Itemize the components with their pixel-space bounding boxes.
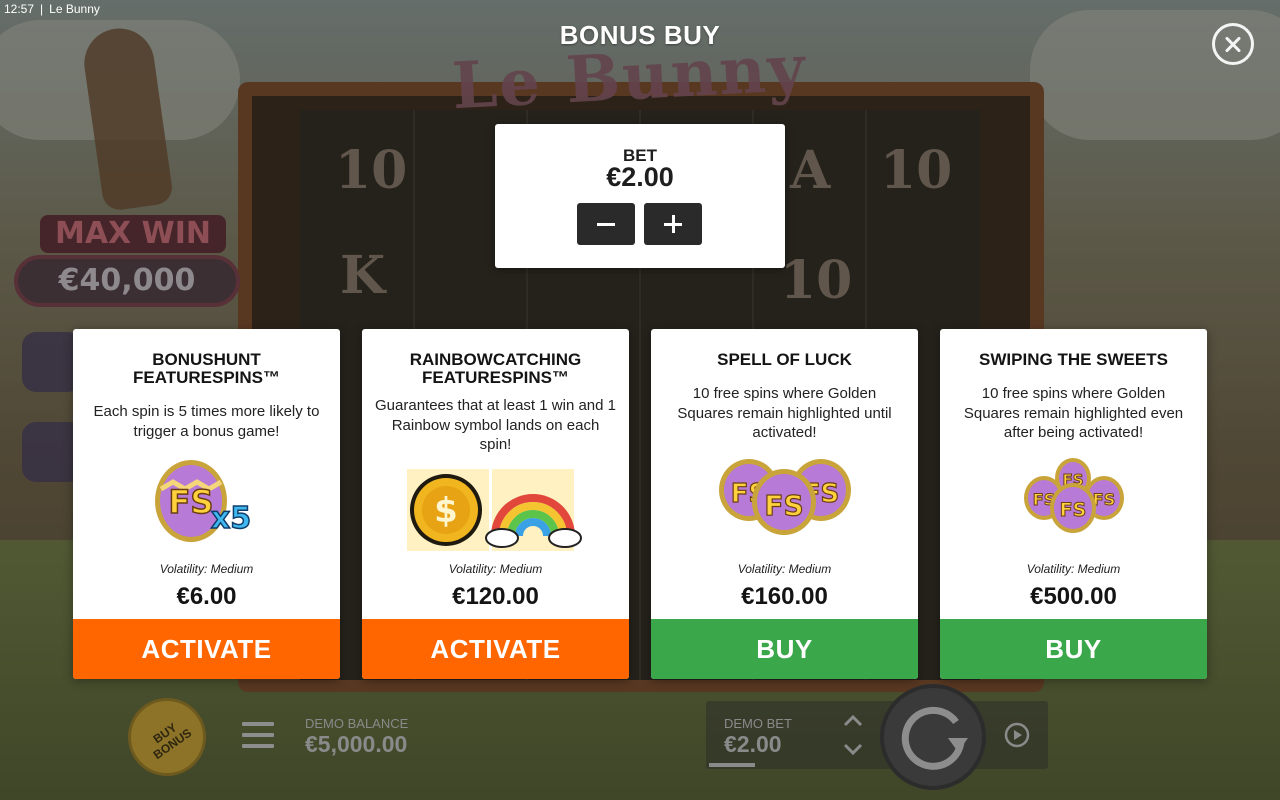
status-time: 12:57: [4, 2, 35, 16]
page-title: BONUS BUY: [559, 20, 721, 50]
bet-panel: BET €2.00: [495, 124, 785, 268]
feature-card-rainbowcatching: RAINBOWCATCHING FEATURESPINS™ Guarantees…: [362, 329, 629, 679]
minus-icon: [597, 222, 615, 226]
svg-text:x5: x5: [211, 501, 251, 536]
status-app-name: Le Bunny: [49, 2, 100, 16]
feature-card-bonushunt: BONUSHUNT FEATURESPINS™ Each spin is 5 t…: [73, 329, 340, 679]
card-description: Guarantees that at least 1 win and 1 Rai…: [375, 397, 616, 453]
spin-icon: [901, 706, 968, 770]
svg-text:FS: FS: [1060, 499, 1087, 521]
svg-text:FS: FS: [1093, 490, 1115, 509]
card-price: €160.00: [741, 583, 828, 610]
coin-and-rainbow-icon: $: [362, 468, 629, 568]
feature-card-spell-of-luck: SPELL OF LUCK 10 free spins where Golden…: [651, 329, 918, 679]
card-price: €6.00: [176, 583, 237, 610]
activate-button[interactable]: ACTIVATE: [362, 619, 629, 679]
status-bar: 12:57 | Le Bunny: [4, 2, 100, 16]
card-price: €500.00: [1030, 583, 1117, 610]
card-volatility: Volatility: Medium: [159, 562, 254, 576]
spin-button[interactable]: [880, 684, 986, 790]
buy-bonus-button[interactable]: BUY BONUS: [128, 698, 206, 776]
card-volatility: Volatility: Medium: [737, 562, 832, 576]
svg-text:FS: FS: [764, 489, 803, 522]
autoplay-icon[interactable]: [1000, 718, 1034, 752]
chevron-down-icon[interactable]: [842, 738, 864, 760]
status-separator: |: [40, 2, 44, 16]
card-description: 10 free spins where Golden Squares remai…: [677, 385, 892, 441]
svg-text:$: $: [434, 491, 458, 531]
card-description: Each spin is 5 times more likely to trig…: [93, 403, 320, 440]
balance-label: DEMO BALANCE: [305, 716, 409, 731]
card-title: BONUSHUNT FEATURESPINS™: [132, 350, 281, 387]
card-title: SWIPING THE SWEETS: [979, 350, 1168, 369]
activate-button[interactable]: ACTIVATE: [73, 619, 340, 679]
bet-level-indicator: [709, 763, 755, 767]
chevron-up-icon[interactable]: [842, 710, 864, 732]
buy-button[interactable]: BUY: [651, 619, 918, 679]
close-button[interactable]: [1212, 23, 1254, 65]
buy-button[interactable]: BUY: [940, 619, 1207, 679]
feature-card-swiping-the-sweets: SWIPING THE SWEETS 10 free spins where G…: [940, 329, 1207, 679]
demo-bet-value: €2.00: [724, 731, 782, 757]
card-price: €120.00: [452, 583, 539, 610]
menu-icon[interactable]: [242, 722, 274, 748]
decrease-bet-button[interactable]: [577, 203, 635, 245]
card-title: SPELL OF LUCK: [717, 350, 852, 369]
fs-egg-x5-icon: FS x5: [73, 456, 340, 556]
bet-value: €2.00: [606, 162, 674, 192]
card-volatility: Volatility: Medium: [1026, 562, 1121, 576]
svg-text:FS: FS: [169, 483, 214, 521]
demo-bet-label: DEMO BET: [724, 716, 792, 731]
card-volatility: Volatility: Medium: [448, 562, 543, 576]
increase-bet-button[interactable]: [644, 203, 702, 245]
three-fs-eggs-icon: FS FS FS: [651, 456, 918, 556]
stacked-fs-eggs-icon: FS FS FS FS: [940, 456, 1207, 556]
buy-bonus-label: BUY BONUS: [150, 720, 195, 763]
balance-value: €5,000.00: [305, 731, 408, 757]
card-description: 10 free spins where Golden Squares remai…: [963, 385, 1184, 441]
card-title: RAINBOWCATCHING FEATURESPINS™: [409, 350, 582, 387]
